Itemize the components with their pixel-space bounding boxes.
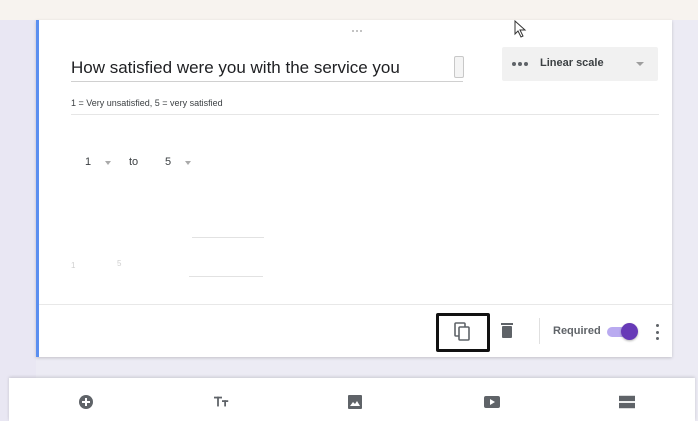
trash-icon[interactable] — [500, 322, 514, 339]
question-type-dropdown[interactable]: Linear scale — [502, 47, 658, 81]
page-top-band — [0, 0, 698, 20]
scale-min-dropdown-icon[interactable] — [105, 161, 111, 165]
scale-min-value[interactable]: 1 — [85, 156, 91, 168]
footer-separator — [539, 318, 540, 344]
scale-max-dropdown-icon[interactable] — [185, 161, 191, 165]
mouse-cursor-icon — [514, 20, 527, 38]
bottom-toolbar — [9, 378, 695, 421]
add-question-icon[interactable] — [78, 394, 94, 410]
add-section-icon[interactable] — [619, 394, 635, 410]
card-footer-divider — [39, 304, 672, 305]
description-underline — [71, 114, 659, 115]
add-image-icon[interactable] — [347, 394, 363, 410]
page-left-band — [0, 20, 36, 421]
chevron-down-icon — [636, 62, 644, 66]
add-title-icon[interactable] — [214, 394, 230, 410]
required-label: Required — [553, 325, 601, 337]
scale-max-value[interactable]: 5 — [165, 156, 171, 168]
question-title-field[interactable]: How satisfied were you with the service … — [71, 52, 463, 82]
linear-scale-icon — [512, 61, 528, 67]
more-vert-icon[interactable] — [656, 324, 660, 340]
question-card: How satisfied were you with the service … — [36, 20, 672, 357]
scale-min-label-marker: 1 — [71, 261, 76, 270]
scale-min-label-input[interactable] — [192, 237, 264, 238]
add-video-icon[interactable] — [484, 394, 500, 410]
scale-to-label: to — [129, 156, 139, 168]
question-type-label: Linear scale — [540, 57, 604, 69]
question-description[interactable]: 1 = Very unsatisfied, 5 = very satisfied — [71, 98, 223, 108]
duplicate-highlight-box — [436, 313, 490, 352]
drag-handle-icon[interactable] — [349, 28, 365, 36]
scale-max-label-input[interactable] — [189, 276, 263, 277]
add-image-to-question-icon[interactable] — [454, 56, 464, 78]
scale-max-label-marker: 5 — [117, 259, 122, 268]
required-toggle[interactable] — [621, 323, 638, 340]
question-title-text: How satisfied were you with the service … — [71, 58, 400, 77]
